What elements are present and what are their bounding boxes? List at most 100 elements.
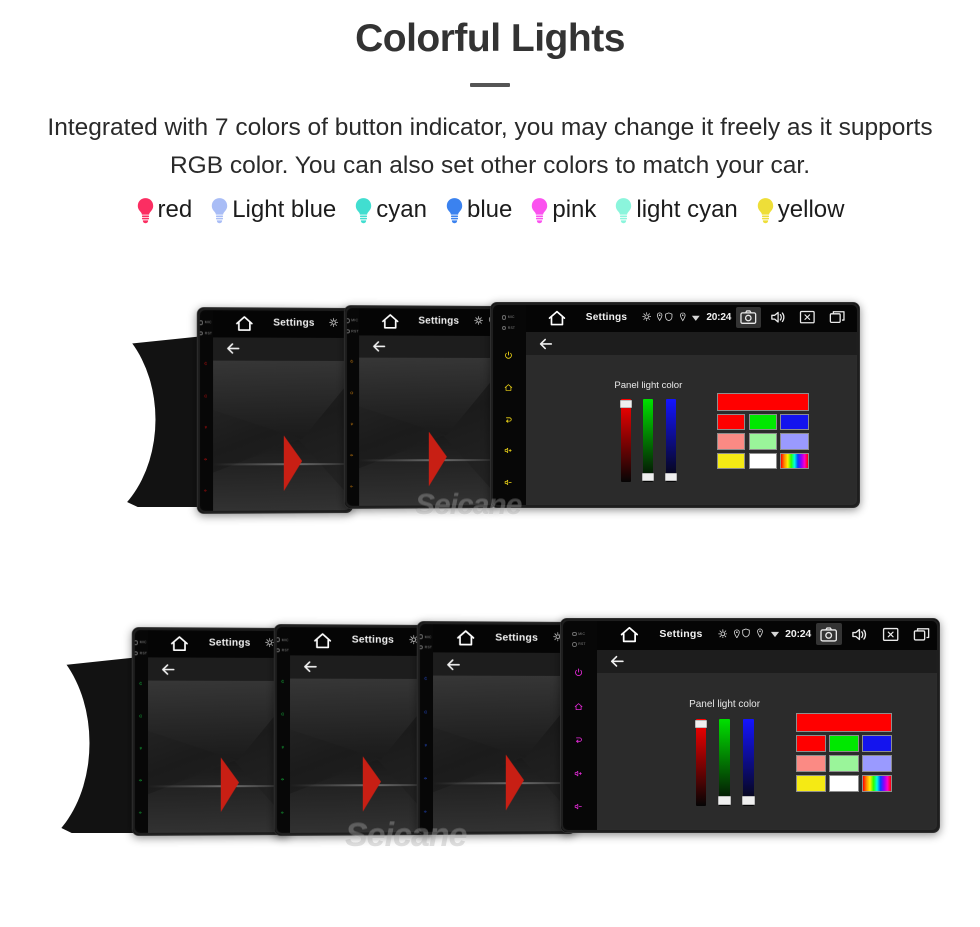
hardkey-volume-down-icon[interactable] <box>423 800 427 818</box>
hardkey-volume-down-icon[interactable] <box>504 474 513 492</box>
statusbar-camera-icon[interactable] <box>735 307 761 328</box>
statusbar-pin-icon[interactable] <box>655 309 664 327</box>
hardkey-power-icon[interactable] <box>574 664 583 682</box>
unit-red[interactable]: MIC RST Settings <box>196 307 353 514</box>
statusbar-home-icon[interactable] <box>380 311 400 331</box>
statusbar-volume-icon[interactable] <box>765 307 790 328</box>
hardkey-power-icon[interactable] <box>423 667 427 685</box>
unit-green-2[interactable]: MIC RST Settings <box>273 624 433 836</box>
swatch-light-green[interactable] <box>748 433 778 450</box>
swatch-salmon[interactable] <box>716 433 746 450</box>
swatch-red[interactable] <box>796 734 826 752</box>
toolbar-back-button[interactable] <box>371 338 387 354</box>
toolbar-back-button[interactable] <box>538 336 554 352</box>
hardkey-back-icon[interactable] <box>280 736 284 754</box>
swatch-red[interactable] <box>716 413 746 431</box>
hardkey-volume-up-icon[interactable] <box>574 765 583 783</box>
swatch-salmon[interactable] <box>796 755 826 773</box>
swatch-periwinkle[interactable] <box>780 433 809 450</box>
swatch-rainbow[interactable] <box>862 775 893 793</box>
unit-green-1[interactable]: MIC RST Settings <box>131 627 291 836</box>
unit-green-2-screen[interactable]: Settings <box>290 625 433 835</box>
statusbar-home-icon[interactable] <box>547 308 567 328</box>
hardkey-volume-up-icon[interactable] <box>138 769 142 787</box>
green-slider[interactable] <box>642 398 655 483</box>
swatch-green[interactable] <box>748 413 778 431</box>
unit-green-1-screen[interactable]: Settings <box>148 628 291 835</box>
statusbar-recent-apps-icon[interactable] <box>909 623 935 645</box>
unit-orange-screen[interactable]: Settings <box>359 306 497 508</box>
green-slider[interactable] <box>718 718 731 806</box>
red-slider[interactable] <box>619 398 632 483</box>
statusbar-camera-icon[interactable] <box>815 623 842 646</box>
hardkey-home-icon[interactable] <box>423 701 427 719</box>
blue-slider-thumb[interactable] <box>664 473 678 482</box>
unit-yellow[interactable]: MIC RST Settings 20:24 Panel light color <box>490 302 860 508</box>
statusbar-home-icon[interactable] <box>619 624 640 645</box>
hardkey-volume-down-icon[interactable] <box>350 475 354 493</box>
statusbar-back-arrow-icon[interactable] <box>854 308 859 328</box>
hardkey-volume-up-icon[interactable] <box>280 769 284 787</box>
green-slider-thumb[interactable] <box>718 796 731 805</box>
hardkey-volume-up-icon[interactable] <box>504 442 513 460</box>
swatch-rainbow[interactable] <box>780 452 809 469</box>
statusbar-close-box-icon[interactable] <box>878 623 904 645</box>
hardkey-home-icon[interactable] <box>350 381 354 399</box>
blue-slider-thumb[interactable] <box>742 796 755 805</box>
hardkey-home-icon[interactable] <box>280 703 284 721</box>
toolbar-back-button[interactable] <box>302 659 318 675</box>
statusbar-home-icon[interactable] <box>312 630 333 651</box>
unit-yellow-screen[interactable]: Settings 20:24 Panel light color <box>526 303 859 507</box>
hardkey-home-icon[interactable] <box>504 379 513 397</box>
hardkey-power-icon[interactable] <box>350 350 354 368</box>
swatch-periwinkle[interactable] <box>862 755 893 773</box>
hardkey-back-icon[interactable] <box>204 416 208 434</box>
red-slider-thumb[interactable] <box>619 399 632 408</box>
hardkey-power-icon[interactable] <box>204 352 208 370</box>
swatch-white[interactable] <box>829 775 860 793</box>
hardkey-volume-down-icon[interactable] <box>138 802 142 820</box>
swatch-yellow[interactable] <box>716 452 746 469</box>
hardkey-volume-down-icon[interactable] <box>280 801 284 819</box>
hardkey-volume-up-icon[interactable] <box>423 767 427 785</box>
swatch-green[interactable] <box>829 734 860 752</box>
blue-slider[interactable] <box>664 398 678 483</box>
statusbar-volume-icon[interactable] <box>847 623 873 645</box>
swatch-light-green[interactable] <box>829 755 860 773</box>
statusbar-home-icon[interactable] <box>455 627 476 648</box>
hardkey-volume-down-icon[interactable] <box>574 798 583 816</box>
hardkey-back-icon[interactable] <box>350 413 354 431</box>
unit-magenta[interactable]: MIC RST Settings 20:24 Panel light color <box>560 618 940 833</box>
blue-slider[interactable] <box>742 718 755 806</box>
statusbar-back-arrow-icon[interactable] <box>939 624 940 645</box>
hardkey-home-icon[interactable] <box>204 384 208 402</box>
hardkey-power-icon[interactable] <box>138 673 142 691</box>
hardkey-back-icon[interactable] <box>423 734 427 752</box>
unit-magenta-screen[interactable]: Settings 20:24 Panel light color <box>597 619 940 832</box>
toolbar-back-button[interactable] <box>445 656 462 673</box>
swatch-yellow[interactable] <box>796 775 826 793</box>
swatch-blue[interactable] <box>780 413 809 431</box>
statusbar-gear-icon[interactable] <box>642 309 651 327</box>
unit-blue[interactable]: MIC RST Settings <box>416 621 576 835</box>
red-slider[interactable] <box>694 718 708 806</box>
hardkey-home-icon[interactable] <box>574 698 583 716</box>
hardkey-back-icon[interactable] <box>574 731 583 749</box>
statusbar-gear-icon[interactable] <box>718 625 728 643</box>
hardkey-volume-down-icon[interactable] <box>204 480 208 498</box>
statusbar-pin-icon[interactable] <box>732 625 742 643</box>
hardkey-volume-up-icon[interactable] <box>204 448 208 466</box>
toolbar-back-button[interactable] <box>160 661 176 677</box>
hardkey-power-icon[interactable] <box>280 670 284 688</box>
unit-red-screen[interactable]: Settings <box>213 308 353 513</box>
statusbar-recent-apps-icon[interactable] <box>825 307 850 328</box>
red-slider-thumb[interactable] <box>694 719 708 729</box>
hardkey-home-icon[interactable] <box>138 705 142 723</box>
hardkey-power-icon[interactable] <box>504 347 513 365</box>
hardkey-back-icon[interactable] <box>138 737 142 755</box>
toolbar-back-button[interactable] <box>609 653 626 670</box>
statusbar-gear-icon[interactable] <box>329 314 339 332</box>
statusbar-home-icon[interactable] <box>234 313 254 333</box>
swatch-white[interactable] <box>748 452 778 469</box>
hardkey-back-icon[interactable] <box>504 411 513 429</box>
